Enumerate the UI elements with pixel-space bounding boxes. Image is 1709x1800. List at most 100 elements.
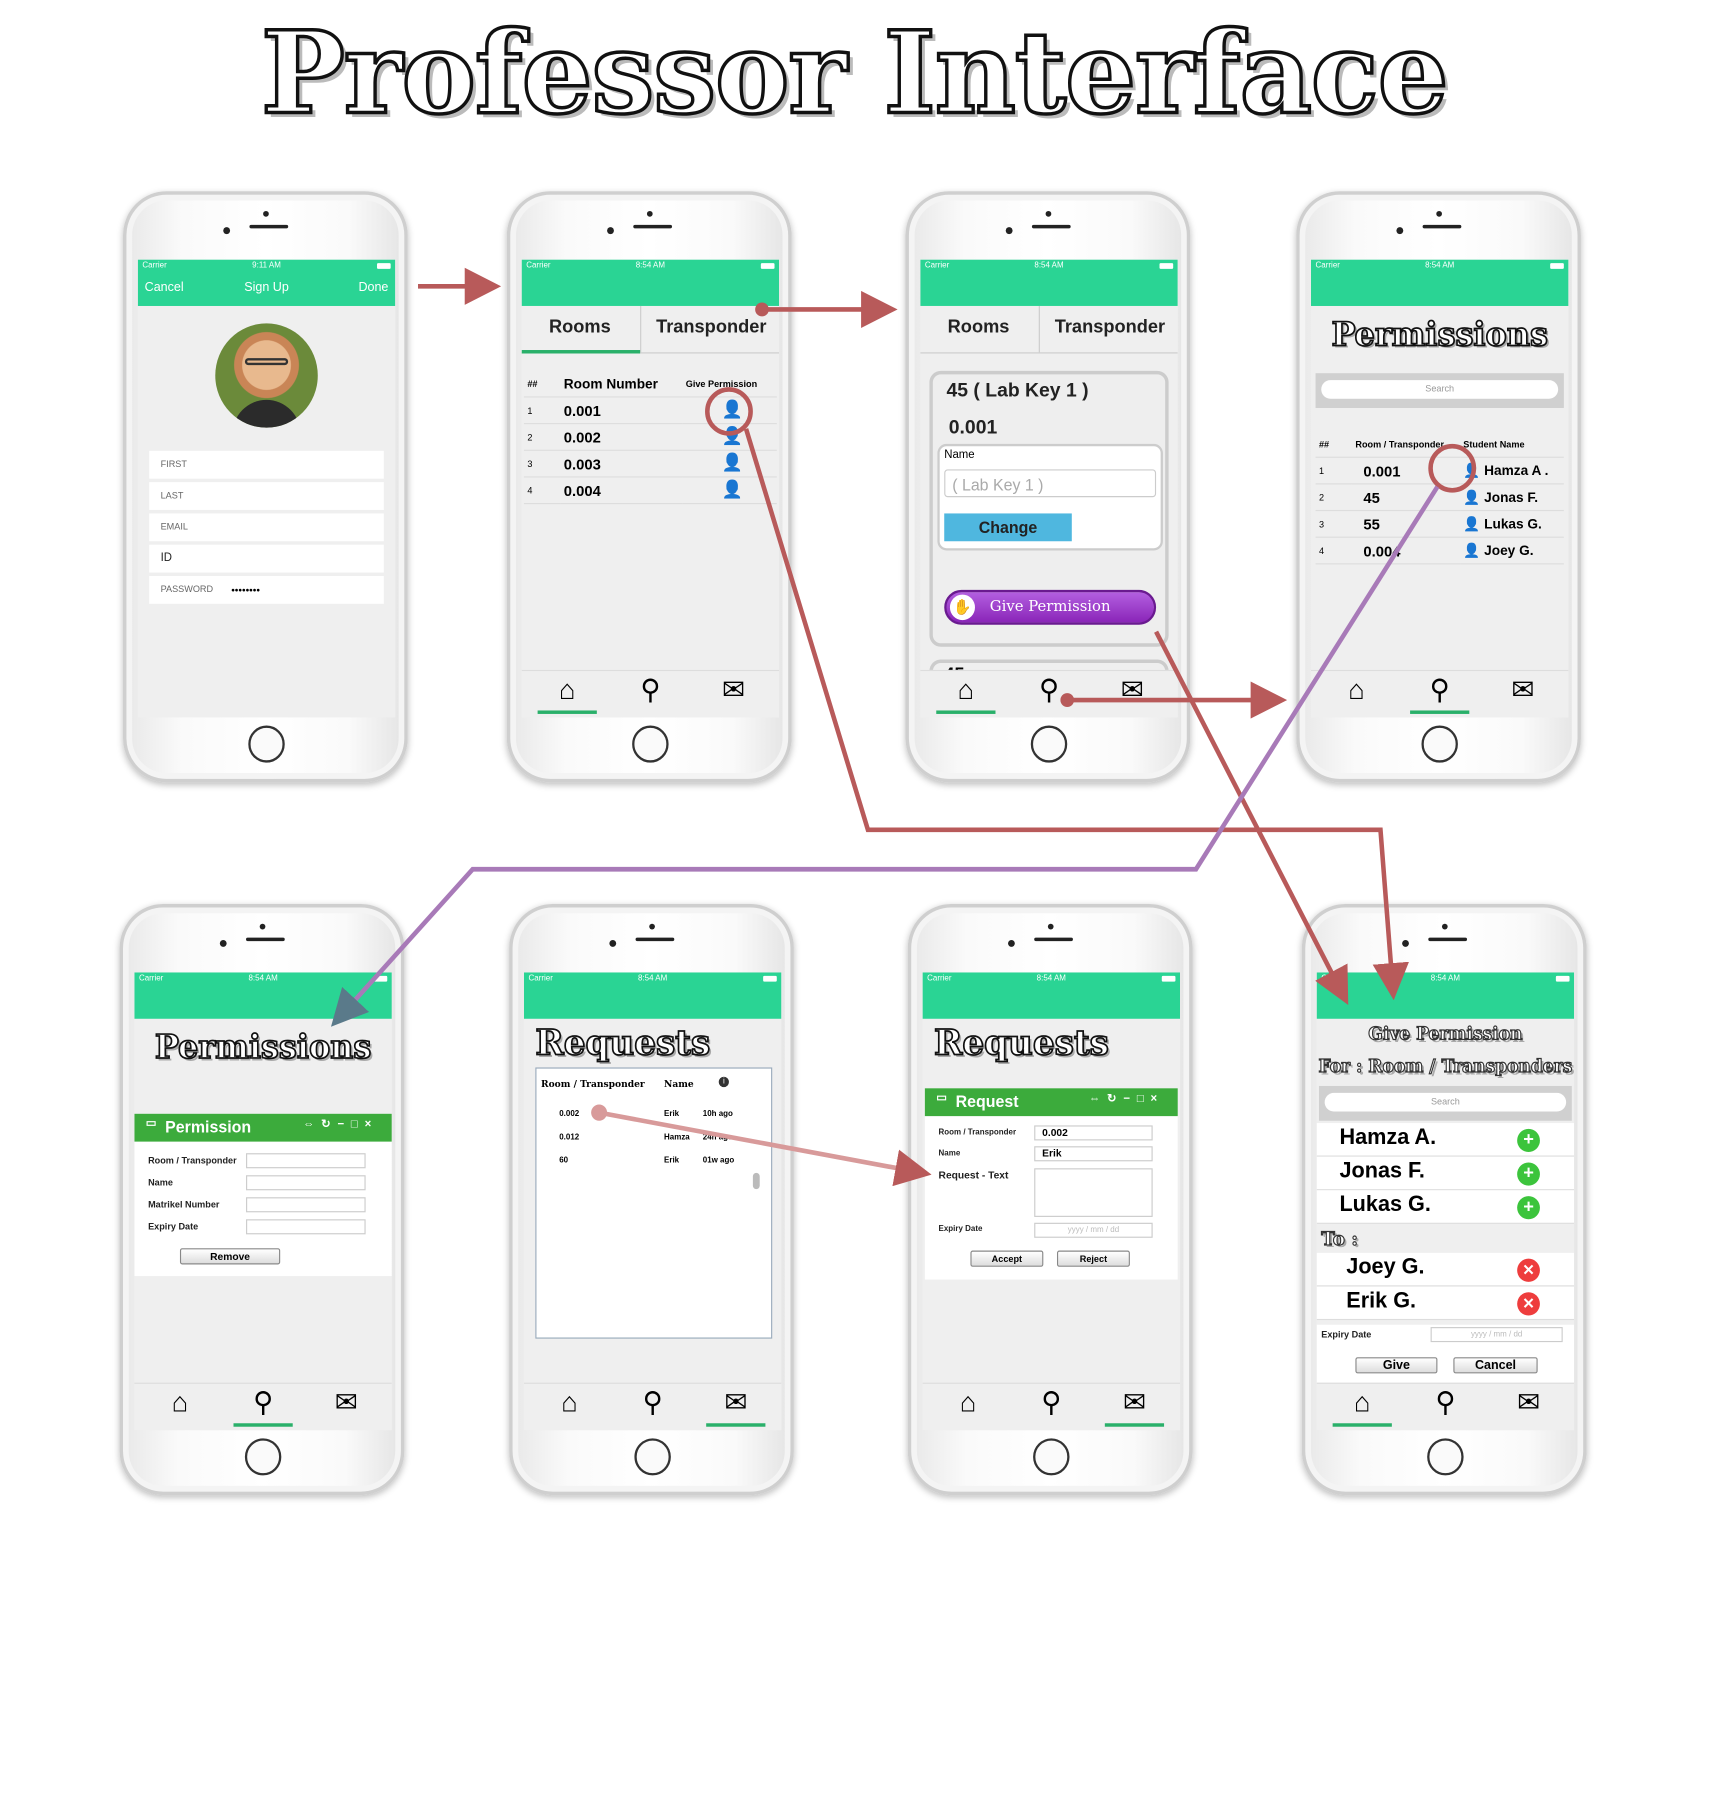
tab-rooms[interactable]: Rooms [948, 318, 1010, 339]
status-bar: Carrier 8:54 AM [1316, 972, 1575, 1019]
home-icon[interactable]: ⌂ [939, 1384, 998, 1423]
reject-button[interactable]: Reject [1056, 1250, 1130, 1267]
search-icon[interactable]: ⚲ [1416, 1384, 1475, 1423]
first-field[interactable]: FIRST [149, 450, 384, 479]
home-hardware-button[interactable] [1427, 1438, 1464, 1476]
mail-icon[interactable]: ✉ [704, 671, 763, 710]
table-row[interactable]: 3 55 👤 Lukas G. [1315, 510, 1564, 538]
window-controls-icon[interactable]: ⇔↻−□× [303, 1118, 378, 1131]
list-item[interactable]: 0.012 Hamza 24h ago [559, 1134, 741, 1142]
remove-icon[interactable]: ✕ [1517, 1292, 1540, 1316]
phone-give-permission: Carrier 8:54 AM Give Permission For : Ro… [1301, 904, 1587, 1496]
expiry-field[interactable]: yyyy / mm / dd [1034, 1222, 1153, 1238]
email-field[interactable]: EMAIL [149, 513, 384, 542]
home-hardware-button[interactable] [632, 725, 669, 763]
list-item[interactable]: Lukas G. + [1316, 1190, 1575, 1224]
mail-icon[interactable]: ✉ [317, 1384, 376, 1423]
search-icon[interactable]: ⚲ [1410, 671, 1470, 714]
name-field[interactable] [246, 1175, 366, 1191]
user-icon[interactable]: 👤 [1463, 489, 1480, 505]
home-hardware-button[interactable] [248, 725, 285, 763]
give-permission-button[interactable]: ✋ Give Permission [944, 589, 1157, 625]
table-row[interactable]: 1 0.001 👤 [523, 396, 777, 425]
add-user-icon[interactable]: 👤 [722, 454, 743, 473]
home-hardware-button[interactable] [1030, 725, 1068, 763]
table-row[interactable]: 1 0.001 👤 Hamza A . [1315, 457, 1564, 485]
search-icon[interactable]: ⚲ [233, 1384, 293, 1427]
table-row[interactable]: 2 0.002 👤 [523, 423, 777, 451]
home-hardware-button[interactable] [634, 1438, 671, 1476]
search-input[interactable]: Search [1321, 380, 1559, 399]
row-num: 4 [523, 476, 561, 505]
home-icon[interactable]: ⌂ [540, 1384, 599, 1423]
request-text-area[interactable] [1034, 1168, 1153, 1217]
list-item[interactable]: Joey G. ✕ [1316, 1252, 1575, 1287]
room-transponder-field[interactable] [246, 1153, 366, 1169]
home-icon[interactable]: ⌂ [1327, 671, 1386, 710]
remove-button[interactable]: Remove [179, 1248, 281, 1265]
give-button[interactable]: Give [1355, 1357, 1438, 1374]
info-icon[interactable]: i [718, 1076, 729, 1088]
mail-icon[interactable]: ✉ [706, 1384, 766, 1427]
change-button[interactable]: Change [944, 513, 1072, 542]
add-user-icon[interactable]: 👤 [722, 427, 743, 447]
add-icon[interactable]: + [1517, 1128, 1540, 1153]
search-icon[interactable]: ⚲ [1022, 1384, 1081, 1423]
search-icon[interactable]: ⚲ [1019, 671, 1078, 710]
home-hardware-button[interactable] [1421, 725, 1458, 763]
table-row[interactable]: 3 0.003 👤 [523, 450, 777, 478]
user-icon[interactable]: 👤 [1463, 516, 1480, 532]
tab-transponder[interactable]: Transponder [1055, 318, 1165, 339]
tab-rooms[interactable]: Rooms [549, 318, 611, 339]
list-item[interactable]: Jonas F. + [1316, 1156, 1575, 1191]
list-item[interactable]: Erik G. ✕ [1316, 1286, 1575, 1321]
search-icon[interactable]: ⚲ [621, 671, 680, 710]
home-icon[interactable]: ⌂ [537, 671, 597, 714]
label-expiry: Expiry Date [1321, 1329, 1372, 1340]
add-icon[interactable]: + [1517, 1196, 1540, 1220]
search-input[interactable]: Search [1324, 1092, 1567, 1112]
id-field[interactable]: ID [149, 544, 384, 573]
home-icon[interactable]: ⌂ [150, 1384, 209, 1423]
add-user-icon[interactable]: 👤 [722, 400, 743, 420]
home-icon[interactable]: ⌂ [936, 671, 996, 714]
list-item[interactable]: 0.002 Erik 10h ago [559, 1110, 741, 1118]
mail-icon[interactable]: ✉ [1493, 671, 1552, 710]
room-transponder-field[interactable]: 0.002 [1034, 1125, 1153, 1141]
accept-button[interactable]: Accept [970, 1250, 1044, 1267]
name-field[interactable]: Erik [1034, 1146, 1153, 1162]
expiry-field[interactable] [246, 1219, 366, 1235]
tab-transponder[interactable]: Transponder [656, 318, 766, 339]
mail-icon[interactable]: ✉ [1499, 1384, 1558, 1423]
home-hardware-button[interactable] [244, 1438, 282, 1476]
room-transponder: 0.001 [1351, 457, 1460, 485]
matrikel-field[interactable] [246, 1197, 366, 1213]
expiry-field[interactable]: yyyy / mm / dd [1430, 1327, 1563, 1343]
home-icon[interactable]: ⌂ [1332, 1384, 1392, 1427]
search-icon[interactable]: ⚲ [623, 1384, 682, 1423]
list-item[interactable]: Hamza A. + [1316, 1123, 1575, 1157]
add-user-icon[interactable]: 👤 [722, 480, 743, 500]
cancel-button[interactable]: Cancel [1453, 1357, 1538, 1374]
last-field[interactable]: LAST [149, 482, 384, 510]
user-icon[interactable]: 👤 [1463, 542, 1480, 558]
table-row[interactable]: 4 0.004 👤 [523, 476, 777, 505]
speaker [633, 224, 673, 229]
add-icon[interactable]: + [1517, 1162, 1540, 1186]
user-icon[interactable]: 👤 [1463, 462, 1480, 478]
done-button[interactable]: Done [358, 280, 388, 294]
password-field[interactable]: PASSWORD •••••••• [149, 576, 384, 604]
list-item[interactable]: 60 Erik 01w ago [559, 1157, 741, 1165]
window-controls-icon[interactable]: ⇔↻−□× [1089, 1093, 1164, 1106]
home-hardware-button[interactable] [1033, 1438, 1070, 1476]
mail-icon[interactable]: ✉ [1103, 671, 1162, 710]
name-input[interactable]: ( Lab Key 1 ) [944, 469, 1157, 498]
avatar[interactable] [215, 323, 318, 428]
table-row[interactable]: 2 45 👤 Jonas F. [1315, 483, 1564, 512]
table-row[interactable]: 4 0.004 👤 Joey G. [1315, 537, 1564, 565]
student-name: Hamza A. [1339, 1125, 1437, 1150]
scrollbar-thumb[interactable] [752, 1172, 760, 1190]
mail-icon[interactable]: ✉ [1104, 1384, 1165, 1427]
signup-title: Sign Up [244, 280, 289, 295]
remove-icon[interactable]: ✕ [1517, 1258, 1540, 1282]
